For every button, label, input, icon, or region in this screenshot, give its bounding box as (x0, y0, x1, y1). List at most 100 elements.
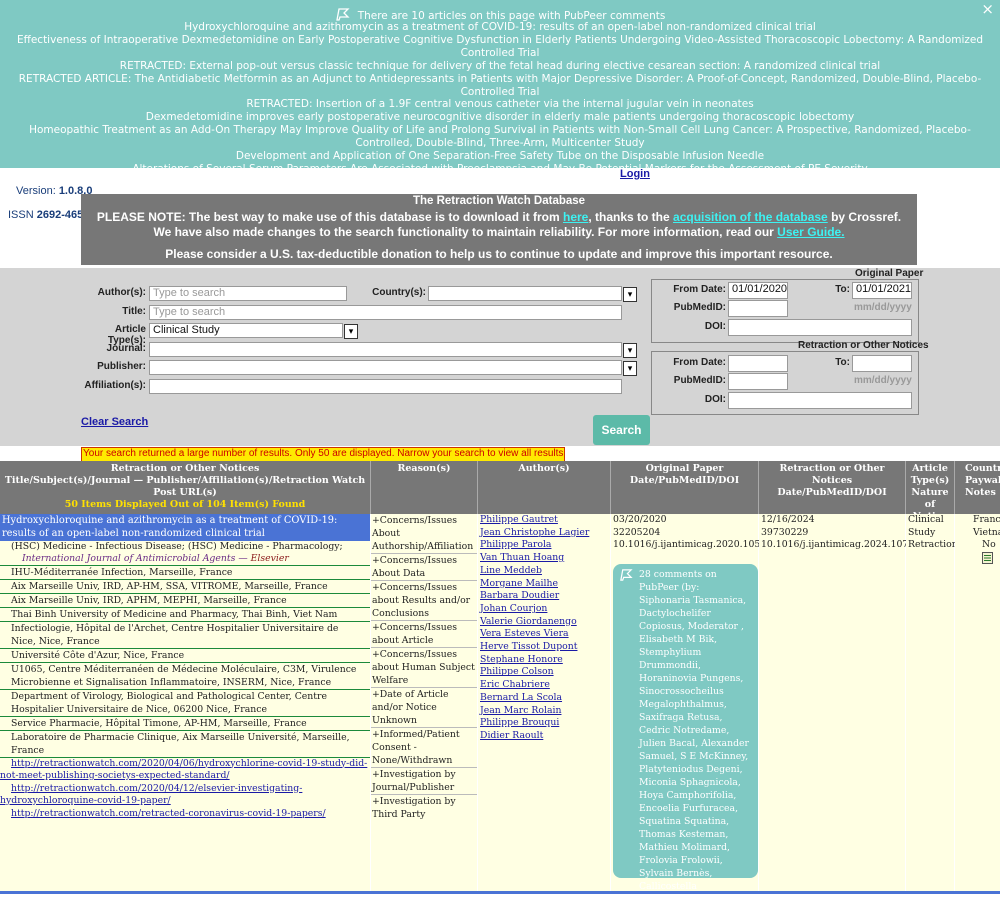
affiliation: Infectiologie, Hôpital de l'Archet, Cent… (0, 620, 370, 648)
pubpeer-article-link[interactable]: Which is good for pre-operative anxiety?… (0, 176, 1000, 189)
orig-doi-input[interactable] (728, 319, 912, 336)
header-text: Retraction or Other Notices (110, 463, 260, 474)
orig-from-date-input[interactable]: 01/01/2020 (728, 282, 788, 299)
notes-icon[interactable] (955, 551, 1000, 567)
pubpeer-comments-card[interactable]: 28 comments on PubPeer (by: Siphonaria T… (613, 564, 758, 918)
clear-search-link[interactable]: Clear Search (81, 416, 148, 428)
header-text: Retraction or Other Notices (779, 463, 885, 486)
original-pubmedid: 32205204 (613, 526, 661, 538)
subjects: (HSC) Medicine - Infectious Disease; (HS… (11, 541, 343, 552)
affiliation: Thai Binh University of Medicine and Pha… (0, 606, 370, 621)
close-icon[interactable]: × (981, 2, 994, 17)
notice-pubmedid-input[interactable] (728, 373, 788, 390)
author-link[interactable]: Philippe Gautret (478, 514, 610, 527)
pubpeer-article-link[interactable]: Development and Application of One Separ… (0, 150, 1000, 163)
title-input[interactable]: Type to search (149, 305, 622, 320)
reason: +Investigation by Journal/Publisher (371, 768, 477, 795)
author-link[interactable]: Bernard La Scola (478, 692, 610, 705)
date-format-hint: mm/dd/yyyy (854, 302, 912, 313)
chevron-down-icon[interactable]: ▾ (623, 287, 637, 302)
original-date: 03/20/2020 (613, 514, 667, 525)
author-link[interactable]: Line Meddeb (478, 565, 610, 578)
search-panel: Author(s): Type to search Country(s): ▾ … (0, 268, 1000, 446)
notices-title: Retraction or Other Notices (798, 340, 929, 351)
pubpeer-article-link[interactable]: Dexmedetomidine improves early postopera… (0, 111, 1000, 124)
issn-info: ISSN 2692-465X (8, 209, 91, 221)
journal-select[interactable] (149, 342, 622, 357)
author-input[interactable]: Type to search (149, 286, 347, 301)
acquisition-link[interactable]: acquisition of the database (673, 210, 828, 224)
table-row: Hydroxychloroquine and azithromycin as a… (0, 514, 1000, 894)
issn-label: ISSN (8, 209, 34, 221)
retraction-doi: 10.1016/j.ijantimicag.2024.107416 (761, 539, 927, 550)
affiliation: Aix Marseille Univ, IRD, AP-HM, SSA, VIT… (0, 578, 370, 593)
affiliation-input[interactable] (149, 379, 622, 394)
affiliation: IHU-Méditerranée Infection, Marseille, F… (0, 564, 370, 579)
pubpeer-article-link[interactable]: RETRACTED: External pop-out versus class… (0, 60, 1000, 73)
author-link[interactable]: Barbara Doudier (478, 590, 610, 603)
to-date-label: To: (835, 357, 850, 368)
author-link[interactable]: Eric Chabriere (478, 679, 610, 692)
pubpeer-article-list: Hydroxychloroquine and azithromycin as a… (0, 21, 1000, 189)
author-link[interactable]: Stephane Honore (478, 654, 610, 667)
original-paper-title: Original Paper (855, 268, 924, 279)
article-type: Study (908, 526, 936, 538)
header-text: Type(s) (910, 475, 950, 486)
author-link[interactable]: Johan Courjon (478, 603, 610, 616)
pubpeer-logo-icon (620, 569, 633, 581)
retraction-watch-post-link[interactable]: http://retractionwatch.com/retracted-cor… (0, 808, 370, 821)
pubmedid-label: PubMedID: (673, 375, 726, 386)
notice-text: , thanks to the (588, 209, 674, 224)
header-countries: CountriPaywalleNotes (955, 461, 1000, 514)
chevron-down-icon[interactable]: ▾ (344, 324, 358, 339)
publisher-select[interactable] (149, 360, 622, 375)
header-text: Date/PubMedID/DOI (777, 487, 887, 498)
notice-to-date-input[interactable] (852, 355, 912, 372)
doi-label: DOI: (704, 321, 726, 332)
author-link[interactable]: Jean Christophe Lagier (478, 527, 610, 540)
country: Vietnam (973, 526, 1000, 538)
header-text: Article (912, 463, 948, 474)
author-link[interactable]: Jean Marc Rolain (478, 705, 610, 718)
pubpeer-article-link[interactable]: RETRACTED ARTICLE: The Antidiabetic Metf… (0, 73, 1000, 99)
login-link[interactable]: Login (620, 168, 650, 180)
author-link[interactable]: Philippe Colson (478, 666, 610, 679)
notice-from-date-input[interactable] (728, 355, 788, 372)
header-text: Date/PubMedID/DOI (629, 475, 740, 486)
header-text: Paywalle (965, 475, 1000, 486)
user-guide-link[interactable]: User Guide. (777, 225, 844, 239)
header-retraction-notice: Retraction or Other Notices Date/PubMedID… (759, 461, 906, 514)
pubpeer-article-link[interactable]: Effectiveness of Intraoperative Dexmedet… (0, 34, 1000, 60)
author-link[interactable]: Vera Esteves Viera (478, 628, 610, 641)
author-link[interactable]: Philippe Brouqui (478, 717, 610, 730)
reason: +Concerns/Issues about Human Subject Wel… (371, 648, 477, 688)
affiliation: Laboratoire de Pharmacie Clinique, Aix M… (0, 729, 370, 757)
notice-doi-input[interactable] (728, 392, 912, 409)
article-type-select[interactable]: Clinical Study (149, 323, 343, 338)
pubpeer-article-link[interactable]: Hydroxychloroquine and azithromycin as a… (0, 21, 1000, 34)
chevron-down-icon[interactable]: ▾ (623, 343, 637, 358)
country-select[interactable] (428, 286, 622, 301)
pubpeer-article-link[interactable]: Alterations of Several Serum Parameters … (0, 163, 1000, 176)
pubpeer-article-link[interactable]: RETRACTED: Insertion of a 1.9F central v… (0, 98, 1000, 111)
notice-line-1: PLEASE NOTE: The best way to make use of… (81, 210, 917, 226)
pubpeer-article-link[interactable]: Homeopathic Treatment as an Add-On Thera… (0, 124, 1000, 150)
countries-cell: France Vietnam No (955, 514, 1000, 894)
retraction-watch-post-link[interactable]: http://retractionwatch.com/2020/04/12/el… (0, 783, 370, 808)
author-link[interactable]: Valerie Giordanengo (478, 616, 610, 629)
author-link[interactable]: Didier Raoult (478, 730, 610, 743)
chevron-down-icon[interactable]: ▾ (623, 361, 637, 376)
author-link[interactable]: Philippe Parola (478, 539, 610, 552)
author-link[interactable]: Van Thuan Hoang (478, 552, 610, 565)
retraction-watch-post-link[interactable]: http://retractionwatch.com/2020/04/06/hy… (0, 758, 370, 783)
article-title[interactable]: Hydroxychloroquine and azithromycin as a… (0, 514, 370, 541)
header-text: Title/Subject(s)/Journal — Publisher/Aff… (4, 475, 366, 498)
author-link[interactable]: Herve Tissot Dupont (478, 641, 610, 654)
search-button[interactable]: Search (593, 415, 650, 445)
orig-pubmedid-input[interactable] (728, 300, 788, 317)
download-here-link[interactable]: here (563, 210, 588, 224)
notice-line-3: Please consider a U.S. tax-deductible do… (165, 246, 833, 261)
orig-to-date-input[interactable]: 01/01/2021 (852, 282, 912, 299)
affiliation: Université Côte d'Azur, Nice, France (0, 647, 370, 662)
author-link[interactable]: Morgane Mailhe (478, 578, 610, 591)
